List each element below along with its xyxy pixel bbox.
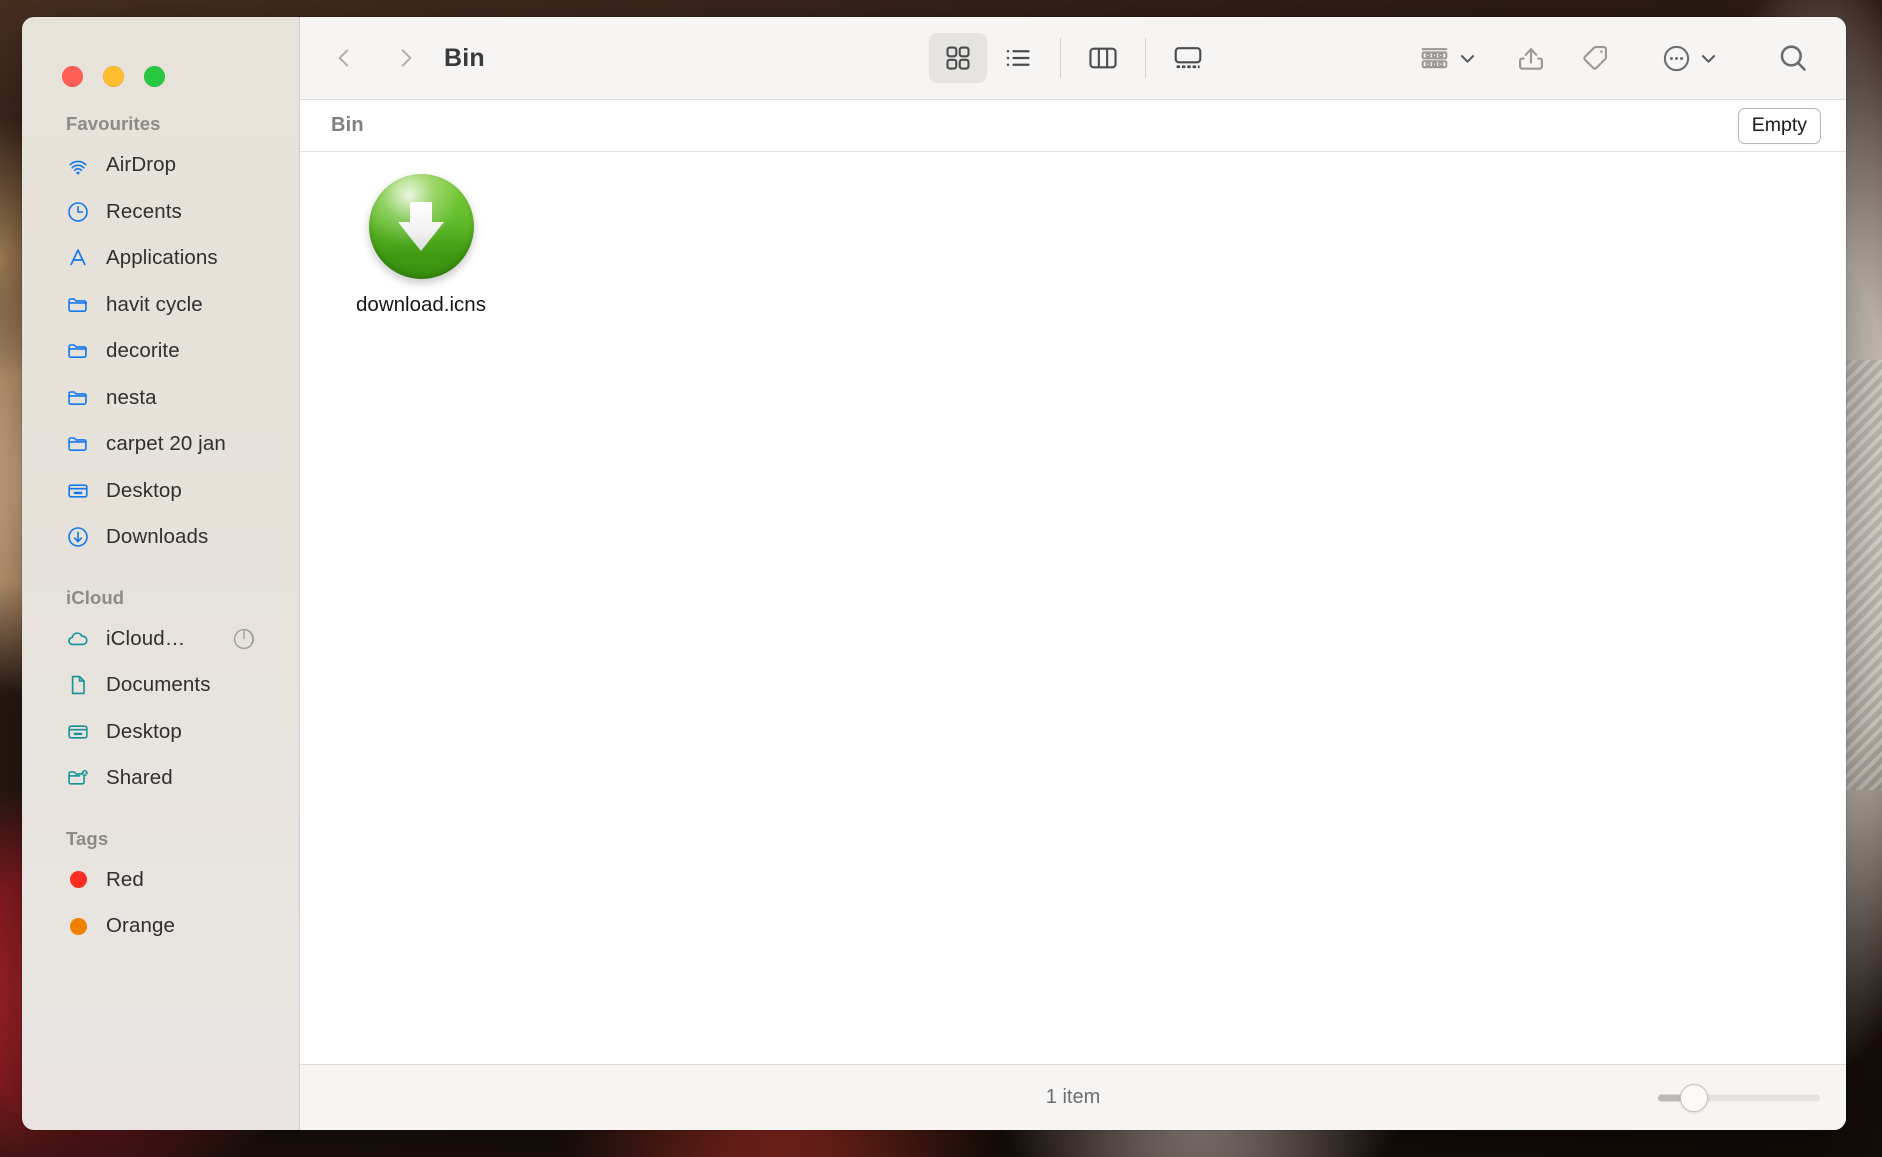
sidebar-item-label: AirDrop <box>106 153 177 177</box>
sidebar-item-label: Recents <box>106 199 182 223</box>
slider-knob[interactable] <box>1679 1083 1708 1112</box>
airdrop-icon <box>66 153 90 177</box>
folder-icon <box>66 386 90 410</box>
sidebar-item-icloud-desktop[interactable]: Desktop <box>22 709 299 756</box>
sidebar-item-carpet-20-jan[interactable]: carpet 20 jan <box>22 421 299 468</box>
toolbar-divider <box>1145 38 1146 78</box>
close-button[interactable] <box>62 66 83 87</box>
desktop-icon <box>66 479 90 503</box>
sidebar-item-shared[interactable]: Shared <box>22 755 299 802</box>
chevron-down-icon <box>1701 54 1716 63</box>
sidebar: Favourites AirDrop Recents Applications … <box>22 17 300 1130</box>
desktop-icon <box>66 720 90 744</box>
sidebar-item-downloads[interactable]: Downloads <box>22 514 299 561</box>
location-label: Bin <box>331 114 364 136</box>
applications-icon <box>66 246 90 270</box>
sidebar-item-tag-orange[interactable]: Orange <box>22 903 299 950</box>
tag-dot-icon <box>66 868 90 892</box>
sidebar-item-label: decorite <box>106 339 180 363</box>
sidebar-item-nesta[interactable]: nesta <box>22 375 299 422</box>
sidebar-section-icloud: iCloud iCloud… Documents Desktop Shared <box>22 587 299 802</box>
window-title: Bin <box>444 43 485 72</box>
view-mode-group <box>929 33 1217 83</box>
sidebar-section-favourites: Favourites AirDrop Recents Applications … <box>22 113 299 561</box>
icon-view-button[interactable] <box>929 33 987 83</box>
more-options-button[interactable] <box>1653 33 1726 83</box>
sidebar-item-decorite[interactable]: decorite <box>22 328 299 375</box>
sidebar-section-title: iCloud <box>66 586 125 608</box>
sidebar-item-label: Shared <box>106 766 173 790</box>
sync-progress-icon <box>231 626 257 652</box>
tag-button[interactable] <box>1571 33 1619 83</box>
sidebar-item-tag-red[interactable]: Red <box>22 857 299 904</box>
sidebar-section-title: Favourites <box>66 113 161 134</box>
search-button[interactable] <box>1768 33 1818 83</box>
sidebar-item-label: Applications <box>106 246 218 270</box>
sidebar-item-desktop[interactable]: Desktop <box>22 468 299 515</box>
wallpaper-pattern <box>1840 360 1882 790</box>
sidebar-item-airdrop[interactable]: AirDrop <box>22 142 299 189</box>
download-icns-icon <box>368 174 474 279</box>
folder-icon <box>66 432 90 456</box>
sidebar-item-documents[interactable]: Documents <box>22 662 299 709</box>
item-count-label: 1 item <box>1045 1086 1101 1108</box>
list-view-button[interactable] <box>989 33 1047 83</box>
toolbar-divider <box>1060 38 1061 78</box>
sidebar-item-label: Red <box>106 867 144 891</box>
sidebar-item-label: Desktop <box>106 719 182 743</box>
sidebar-item-label: iCloud… <box>106 626 186 650</box>
sidebar-item-applications[interactable]: Applications <box>22 235 299 282</box>
file-item-download-icns[interactable]: download.icns <box>336 174 506 317</box>
sidebar-item-label: Desktop <box>106 478 182 502</box>
window-controls <box>22 17 299 87</box>
folder-icon <box>66 293 90 317</box>
folder-icon <box>66 339 90 363</box>
sidebar-section-title: Tags <box>66 827 109 849</box>
sidebar-item-recents[interactable]: Recents <box>22 189 299 236</box>
sidebar-section-tags: Tags Red Orange <box>22 828 299 950</box>
location-bar: Bin Empty <box>300 100 1846 152</box>
sidebar-item-label: havit cycle <box>106 292 203 316</box>
gallery-view-button[interactable] <box>1159 33 1217 83</box>
sidebar-item-icloud-drive[interactable]: iCloud… <box>22 616 299 663</box>
status-bar: 1 item <box>300 1064 1846 1130</box>
minimise-button[interactable] <box>103 66 124 87</box>
toolbar: Bin <box>300 17 1846 100</box>
chevron-down-icon <box>1460 54 1475 63</box>
sidebar-item-label: Documents <box>106 673 211 697</box>
finder-window: Favourites AirDrop Recents Applications … <box>22 17 1846 1130</box>
zoom-button[interactable] <box>144 66 165 87</box>
file-name-label: download.icns <box>356 293 486 316</box>
sidebar-item-label: carpet 20 jan <box>106 432 226 456</box>
main-pane: Bin Bin Empty download.icns 1 item <box>300 17 1846 1130</box>
toolbar-actions <box>1410 33 1822 83</box>
clock-icon <box>66 200 90 224</box>
tag-dot-icon <box>66 914 90 938</box>
cloud-icon <box>66 627 90 651</box>
share-button[interactable] <box>1507 33 1555 83</box>
sidebar-item-label: Downloads <box>106 525 209 549</box>
sidebar-item-havit-cycle[interactable]: havit cycle <box>22 282 299 329</box>
column-view-button[interactable] <box>1074 33 1132 83</box>
download-circle-icon <box>66 525 90 549</box>
sidebar-item-label: nesta <box>106 385 157 409</box>
forward-button[interactable] <box>384 36 428 80</box>
icon-size-slider[interactable] <box>1658 1083 1820 1112</box>
back-button[interactable] <box>322 36 366 80</box>
group-by-button[interactable] <box>1410 33 1485 83</box>
shared-folder-icon <box>66 766 90 790</box>
document-icon <box>66 673 90 697</box>
file-grid[interactable]: download.icns <box>300 152 1846 1064</box>
empty-bin-button[interactable]: Empty <box>1737 107 1821 144</box>
sidebar-item-label: Orange <box>106 914 175 938</box>
